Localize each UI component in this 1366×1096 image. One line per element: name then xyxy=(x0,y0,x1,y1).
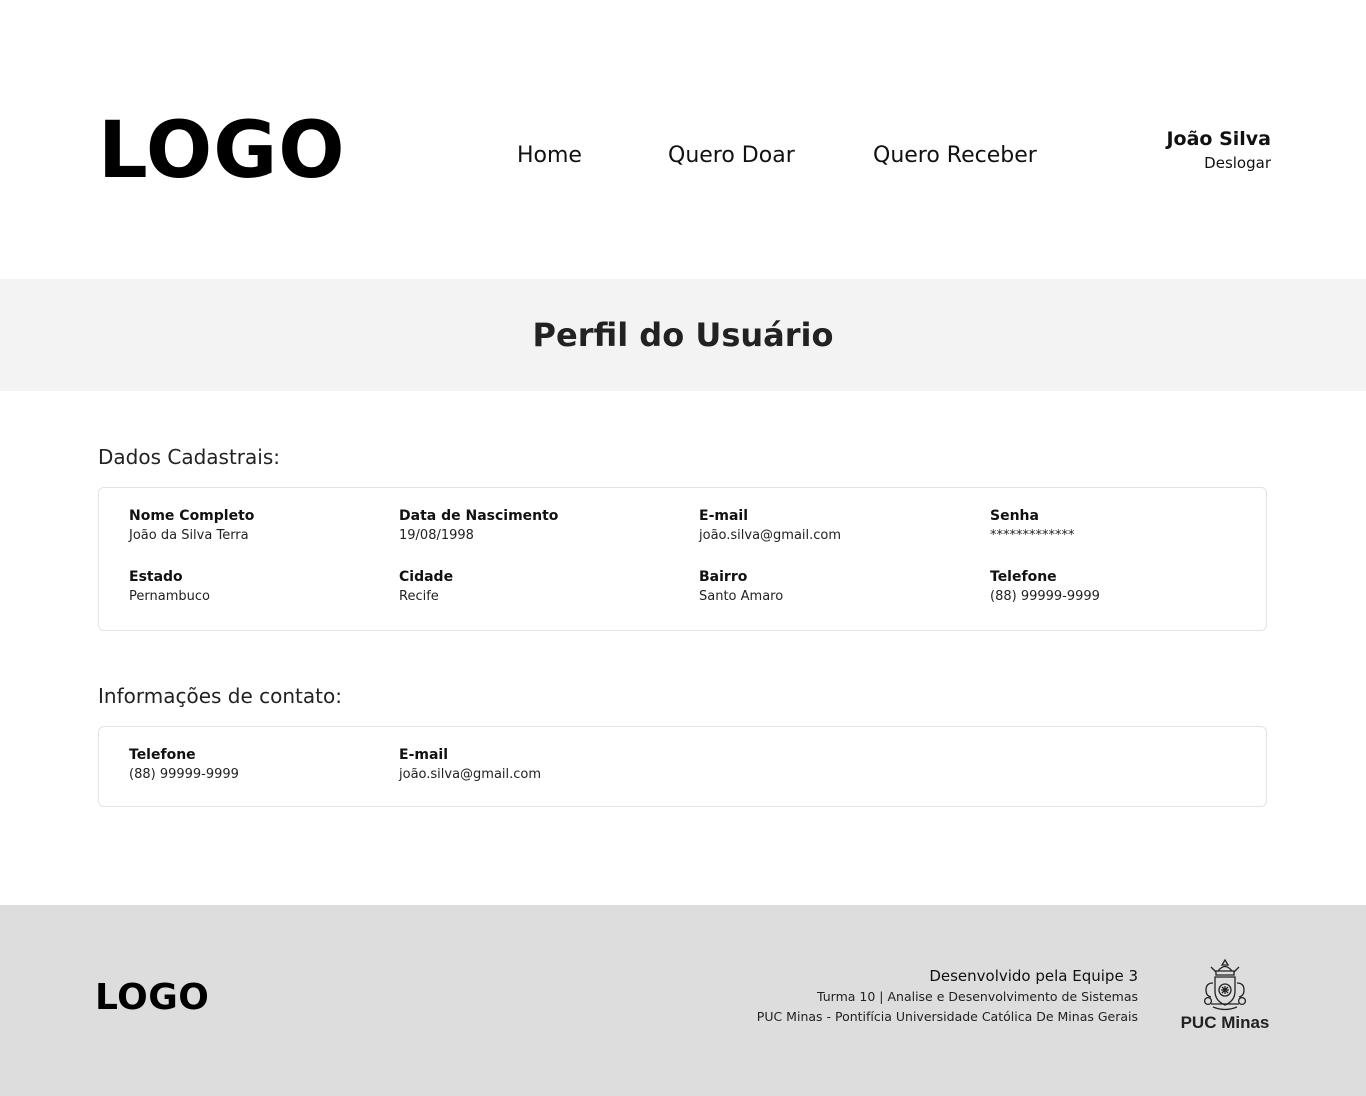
page-title: Perfil do Usuário xyxy=(532,316,834,354)
field-label: E-mail xyxy=(699,508,749,524)
registration-card: Nome Completo João da Silva Terra Data d… xyxy=(98,487,1267,631)
contact-card: Telefone (88) 99999-9999 E-mail joão.sil… xyxy=(98,726,1267,807)
contact-section-title: Informações de contato: xyxy=(98,684,342,708)
registration-section-title: Dados Cadastrais: xyxy=(98,445,280,469)
site-footer: LOGO Desenvolvido pela Equipe 3 Turma 10… xyxy=(0,905,1366,1096)
nav-quero-doar-link[interactable]: Quero Doar xyxy=(668,141,795,171)
field-label: E-mail xyxy=(399,747,449,763)
nav-home-link[interactable]: Home xyxy=(517,141,582,171)
field-label: Data de Nascimento xyxy=(399,508,559,524)
field-value: Recife xyxy=(399,589,439,604)
coat-of-arms-icon xyxy=(1203,958,1247,1011)
field-email: E-mail joão.silva@gmail.com xyxy=(699,507,841,545)
field-value: joão.silva@gmail.com xyxy=(699,528,842,543)
contact-field-email: E-mail joão.silva@gmail.com xyxy=(399,746,541,784)
field-state: Estado Pernambuco xyxy=(129,568,210,606)
field-value: Santo Amaro xyxy=(699,589,784,604)
user-name: João Silva xyxy=(1166,128,1271,150)
page-title-band: Perfil do Usuário xyxy=(0,279,1366,391)
field-value: (88) 99999-9999 xyxy=(990,589,1100,604)
field-label: Senha xyxy=(990,508,1039,524)
field-phone: Telefone (88) 99999-9999 xyxy=(990,568,1100,606)
puc-minas-logo: PUC Minas xyxy=(1180,957,1270,1037)
footer-credits: Desenvolvido pela Equipe 3 Turma 10 | An… xyxy=(757,965,1138,1027)
logout-link[interactable]: Deslogar xyxy=(1166,152,1271,174)
contact-field-phone: Telefone (88) 99999-9999 xyxy=(129,746,239,784)
field-neighborhood: Bairro Santo Amaro xyxy=(699,568,783,606)
field-label: Cidade xyxy=(399,569,454,585)
field-label: Telefone xyxy=(990,569,1057,585)
field-full-name: Nome Completo João da Silva Terra xyxy=(129,507,254,545)
footer-university: PUC Minas - Pontifícia Universidade Cató… xyxy=(756,1009,1138,1024)
field-value: 19/08/1998 xyxy=(399,528,474,543)
puc-minas-label: PUC Minas xyxy=(1180,1013,1270,1032)
footer-logo[interactable]: LOGO xyxy=(95,980,209,1016)
user-menu: João Silva Deslogar xyxy=(1166,126,1271,174)
field-label: Bairro xyxy=(699,569,748,585)
field-label: Estado xyxy=(129,569,183,585)
nav-quero-receber-link[interactable]: Quero Receber xyxy=(873,141,1037,171)
field-value: Pernambuco xyxy=(129,589,210,604)
site-header: LOGO Home Quero Doar Quero Receber João … xyxy=(0,0,1366,279)
field-password: Senha ************* xyxy=(990,507,1075,545)
field-value: ************* xyxy=(990,528,1075,543)
field-label: Telefone xyxy=(129,747,196,763)
main-nav: Home Quero Doar Quero Receber xyxy=(0,141,1366,171)
field-value: João da Silva Terra xyxy=(129,528,249,543)
field-label: Nome Completo xyxy=(129,508,255,524)
field-city: Cidade Recife xyxy=(399,568,453,606)
field-birth-date: Data de Nascimento 19/08/1998 xyxy=(399,507,558,545)
footer-class-info: Turma 10 | Analise e Desenvolvimento de … xyxy=(817,989,1138,1004)
field-value: (88) 99999-9999 xyxy=(129,767,239,782)
field-value: joão.silva@gmail.com xyxy=(399,767,542,782)
footer-credit: Desenvolvido pela Equipe 3 xyxy=(929,967,1138,985)
